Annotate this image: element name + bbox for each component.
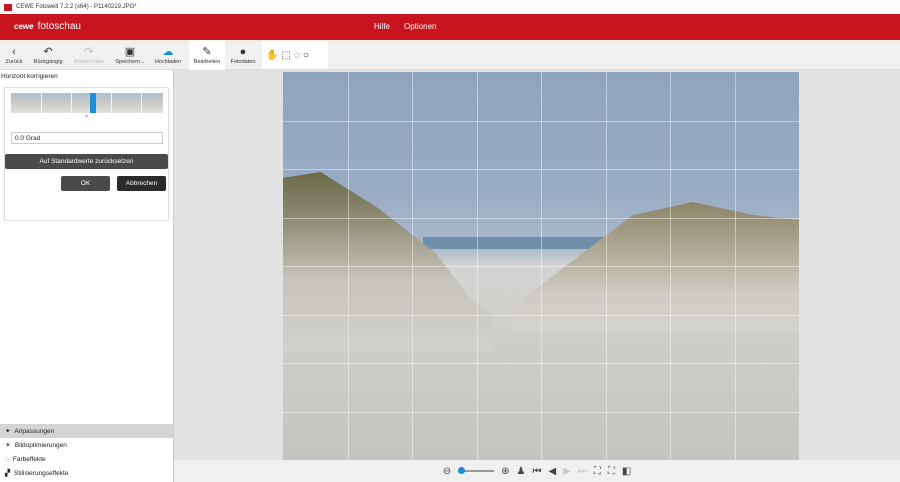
back-button[interactable]: ‹ Zurück: [2, 40, 26, 70]
redo-button[interactable]: ↷ Wiederholen: [70, 40, 108, 70]
panel-title: Horizont korrigieren: [1, 73, 58, 80]
sun-icon: ☀: [5, 442, 11, 449]
rect-select-icon[interactable]: ⬚: [281, 50, 290, 61]
save-button[interactable]: ▣ Speichern...: [112, 40, 148, 70]
compare-icon[interactable]: ◧: [622, 466, 631, 477]
header-bar: cewe fotoschau Hilfe Optionen: [0, 14, 900, 40]
app-icon: [4, 3, 12, 11]
reset-button[interactable]: Auf Standardwerte zurücksetzen: [5, 154, 168, 169]
category-farbeffekte[interactable]: ◌ Farbeffekte: [0, 452, 173, 466]
photo[interactable]: [283, 72, 799, 460]
selection-tools: ✋ ⬚ ◌ ○: [262, 41, 328, 69]
save-icon: ▣: [124, 46, 136, 58]
last-icon[interactable]: ⏭: [578, 466, 587, 477]
grid-line: [734, 72, 736, 460]
upload-button[interactable]: ☁ Hochladen: [150, 40, 186, 70]
adjust-icon: ✦: [5, 428, 11, 435]
lasso-icon[interactable]: ○: [303, 50, 309, 61]
redo-icon: ↷: [84, 46, 94, 58]
prev-icon[interactable]: ◀: [548, 466, 556, 477]
zoom-slider[interactable]: [458, 467, 495, 474]
menu-hilfe[interactable]: Hilfe: [374, 22, 390, 31]
undo-icon: ↶: [43, 46, 53, 58]
caret-icon: ^: [85, 115, 88, 121]
back-icon: ‹: [12, 46, 16, 58]
add-person-icon[interactable]: ♟: [516, 466, 525, 477]
edit-panel: Horizont korrigieren ^ 0.0 Grad Auf Stan…: [0, 70, 174, 482]
canvas-area: [174, 70, 900, 460]
category-stilisierungseffekte[interactable]: ▞ Stilisierungseffekte: [0, 466, 173, 480]
menu-optionen[interactable]: Optionen: [404, 22, 436, 31]
category-anpassungen[interactable]: ✦ Anpassungen: [0, 424, 173, 438]
next-icon[interactable]: ▶: [563, 466, 571, 477]
title-bar: CEWE Fotowelt 7.2.2 (x64) - P1140219.JPG…: [0, 0, 900, 14]
bottom-toolbar: ⊖ ⊕ ♟ ⏮ ◀ ▶ ⏭ ⛶ ⛶ ◧: [174, 460, 900, 482]
fullscreen-icon[interactable]: ⛶: [608, 466, 615, 477]
hand-tool-icon[interactable]: ✋: [266, 50, 278, 61]
info-icon: ●: [239, 46, 247, 58]
category-bildoptimierungen[interactable]: ☀ Bildoptimierungen: [0, 438, 173, 452]
horizon-slider[interactable]: [11, 93, 163, 113]
ok-button[interactable]: OK: [61, 176, 110, 191]
grid-line: [283, 363, 799, 364]
grid-line: [283, 314, 799, 316]
grid-line: [670, 72, 671, 460]
zoom-in-icon[interactable]: ⊕: [501, 466, 509, 477]
style-icon: ▞: [5, 470, 10, 477]
grid-line: [605, 72, 607, 460]
color-icon: ◌: [5, 455, 9, 463]
horizon-marker[interactable]: [90, 93, 96, 113]
cloud-upload-icon: ☁: [162, 46, 174, 58]
cancel-button[interactable]: Abbrechen: [117, 176, 166, 191]
ellipse-select-icon[interactable]: ◌: [294, 50, 300, 61]
first-icon[interactable]: ⏮: [532, 466, 541, 477]
logo: cewe fotoschau: [14, 21, 81, 32]
grid-line: [283, 411, 799, 413]
zoom-out-icon[interactable]: ⊖: [443, 466, 451, 477]
edit-button[interactable]: ✎ Bearbeiten: [189, 40, 225, 70]
photo-data-button[interactable]: ● Fotodaten: [226, 40, 260, 70]
toolbar: ‹ Zurück ↶ Rückgängig ↷ Wiederholen ▣ Speich…: [0, 40, 900, 70]
grid-line: [283, 266, 799, 267]
fit-icon[interactable]: ⛶: [594, 466, 601, 477]
angle-input[interactable]: 0.0 Grad: [11, 132, 163, 144]
undo-button[interactable]: ↶ Rückgängig: [30, 40, 66, 70]
edit-icon: ✎: [202, 46, 212, 58]
window-title: CEWE Fotowelt 7.2.2 (x64) - P1140219.JPG…: [16, 4, 137, 10]
